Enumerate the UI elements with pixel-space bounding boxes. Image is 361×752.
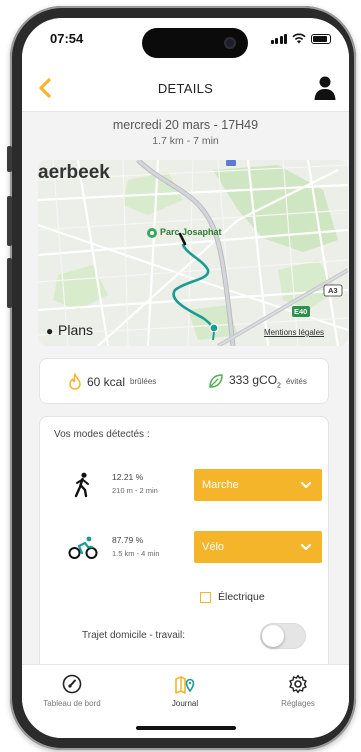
status-time: 07:54 [50, 31, 84, 46]
tab-dashboard-label: Tableau de bord [43, 699, 101, 708]
map-tiles [38, 160, 348, 346]
co2-stat: 333 gCO2 évités [208, 373, 307, 389]
tab-settings[interactable]: Réglages [248, 673, 348, 708]
bike-percent: 87.79 % [112, 535, 144, 545]
detected-modes-card: Vos modes détectés : 12.21 % 210 m - 2 m… [39, 416, 329, 676]
modes-title: Vos modes détectés : [54, 429, 150, 440]
walk-percent: 12.21 % [112, 472, 144, 482]
dynamic-island [142, 28, 248, 58]
app-screen: 07:54 DETAILS mercredi 20 mars - 17H49 1… [22, 18, 349, 738]
tab-dashboard[interactable]: Tableau de bord [22, 673, 122, 708]
bike-mode-select[interactable]: Vélo [194, 531, 322, 563]
tab-settings-label: Réglages [281, 699, 315, 708]
calories-unit: brûlées [130, 377, 157, 386]
bike-detail: 1.5 km - 4 min [112, 549, 160, 558]
road-shield-a3: A3 [328, 286, 338, 295]
map-provider-label: Plans [58, 322, 94, 338]
leaf-icon [209, 374, 223, 388]
chevron-down-icon [300, 543, 312, 551]
signal-icon [270, 33, 287, 44]
gauge-icon [62, 674, 82, 694]
chevron-down-icon [300, 481, 312, 489]
co2-unit: évités [285, 376, 307, 386]
walk-detail: 210 m - 2 min [112, 486, 158, 495]
user-profile-icon[interactable] [313, 75, 337, 101]
trip-date: mercredi 20 mars - 17H49 [112, 118, 259, 132]
impact-stats-card: 60 kcal brûlées 333 gCO2 évités [39, 358, 329, 404]
volume-down-button [7, 258, 12, 308]
co2-value: 333 gCO [229, 373, 278, 387]
nav-header: DETAILS [22, 66, 349, 112]
map-park-label: Parc Josaphat [160, 227, 222, 237]
tab-journal-label: Journal [171, 699, 199, 708]
electric-label: Électrique [218, 591, 265, 603]
commute-toggle[interactable] [260, 623, 306, 649]
tab-journal[interactable]: Journal [135, 673, 235, 708]
bike-mode-selected: Vélo [202, 541, 225, 553]
route-map[interactable]: aerbeek Parc Josaphat E40 A3 ● Plans Men… [38, 160, 348, 346]
walk-mode-select[interactable]: Marche [194, 469, 322, 501]
battery-icon [311, 33, 331, 44]
co2-subscript: 2 [277, 382, 281, 390]
status-bar: 07:54 [22, 18, 349, 66]
home-indicator [136, 726, 236, 730]
bike-icon [68, 536, 98, 559]
road-shield-e40: E40 [294, 307, 308, 316]
calories-value: 60 kcal [87, 374, 126, 389]
trip-distance-duration: 1.7 km - 7 min [152, 135, 219, 147]
flame-icon [69, 373, 81, 390]
mute-switch [7, 146, 12, 172]
trip-summary: mercredi 20 mars - 17H49 1.7 km - 7 min [22, 118, 349, 147]
electric-checkbox[interactable] [200, 592, 211, 603]
map-pin-icon [175, 676, 195, 694]
map-legal-link[interactable]: Mentions légales [264, 328, 324, 337]
volume-up-button [7, 196, 12, 246]
apple-logo-icon: ● [46, 324, 54, 338]
walk-icon [74, 472, 89, 498]
commute-label: Trajet domicile - travail: [82, 630, 185, 641]
calories-stat: 60 kcal brûlées [68, 373, 156, 390]
wifi-icon [292, 33, 306, 44]
page-title: DETAILS [157, 81, 214, 96]
walk-mode-selected: Marche [202, 479, 239, 491]
gear-icon [289, 674, 307, 694]
map-district-label: aerbeek [38, 162, 110, 183]
